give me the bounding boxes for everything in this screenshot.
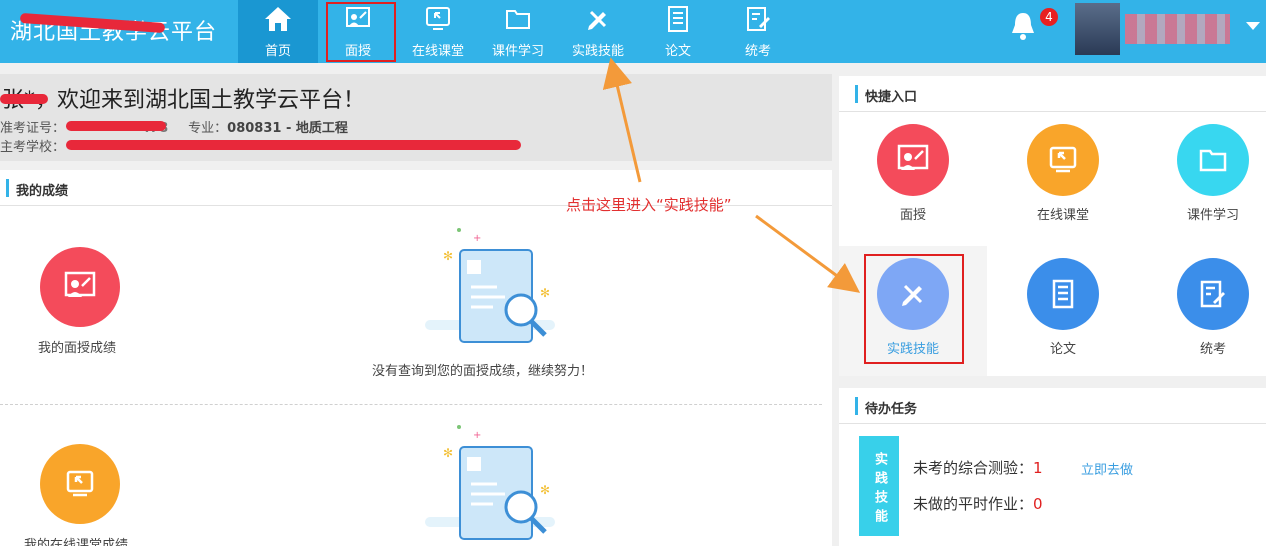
nav-label: 论文: [664, 44, 691, 59]
online-class-grade-button[interactable]: [40, 444, 120, 524]
main-nav: 首页 面授 在线课堂 课件学习 实践技能 论文 统考: [238, 0, 798, 63]
lecture-grade-button[interactable]: [40, 247, 120, 327]
home-icon: [265, 7, 291, 31]
quick-label: 课件学习: [1186, 208, 1239, 223]
todo-homework-line: 未做的平时作业：0: [913, 493, 1043, 514]
quick-unified-exam[interactable]: 统考: [1139, 246, 1266, 376]
lecture-icon: [897, 144, 929, 170]
svg-text:✻: ✻: [443, 249, 453, 263]
todo-homework-count: 0: [1033, 495, 1043, 513]
major-label: 专业：: [188, 121, 228, 136]
quick-courseware-circle: [1177, 124, 1249, 196]
svg-text:+: +: [473, 430, 481, 441]
annotation-text: 点击这里进入“实践技能”: [566, 196, 732, 214]
exam-icon: [1200, 280, 1225, 308]
redaction-mark: [1125, 14, 1230, 44]
empty-search-illustration: ✻ ✻ +: [425, 425, 555, 540]
nav-label: 课件学习: [491, 44, 544, 59]
svg-text:✻: ✻: [443, 446, 453, 460]
todo-panel: 待办任务 实践技能 未考的综合测验：1 立即去做 未做的平时作业：0: [839, 388, 1266, 546]
quick-label: 统考: [1199, 342, 1226, 357]
lecture-grade-label: 我的面授成绩: [38, 341, 117, 356]
welcome-banner: 张*，欢迎来到湖北国土教学云平台！ 准考证号：478专业：080831 - 地质…: [0, 74, 832, 161]
quick-label: 面授: [899, 208, 926, 223]
nav-label: 实践技能: [571, 44, 624, 59]
exam-icon: [747, 7, 770, 31]
highlight-box-nav: [326, 2, 396, 62]
panel-header: 待办任务: [839, 388, 1266, 424]
svg-text:✻: ✻: [540, 483, 550, 497]
nav-courseware[interactable]: 课件学习: [478, 0, 558, 63]
folder-icon: [506, 10, 530, 29]
panel-title: 快捷入口: [865, 90, 918, 105]
todo-quiz-label: 未考的综合测验：: [913, 459, 1034, 477]
nav-online-class[interactable]: 在线课堂: [398, 0, 478, 63]
quick-lecture-circle: [877, 124, 949, 196]
svg-text:+: +: [473, 233, 481, 244]
exam-no-label: 准考证号：: [0, 121, 66, 136]
school-label: 主考学校：: [0, 140, 66, 155]
todo-quiz-count: 1: [1033, 459, 1043, 477]
nav-unified-exam[interactable]: 统考: [718, 0, 798, 63]
school-info-line: 主考学校：: [0, 136, 65, 155]
panel-title: 我的成绩: [16, 184, 69, 199]
notification-badge: 4: [1040, 8, 1058, 26]
nav-label: 在线课堂: [411, 44, 464, 59]
quick-unified-exam-circle: [1177, 258, 1249, 330]
quick-lecture[interactable]: 面授: [839, 112, 987, 242]
exam-info-line: 准考证号：478专业：080831 - 地质工程: [0, 117, 348, 136]
nav-practice-skills[interactable]: 实践技能: [558, 0, 638, 63]
nav-label: 统考: [744, 44, 771, 59]
row-divider: [0, 404, 822, 405]
quick-online-class[interactable]: 在线课堂: [989, 112, 1137, 242]
nav-thesis[interactable]: 论文: [638, 0, 718, 63]
quick-label: 在线课堂: [1036, 208, 1089, 223]
highlight-box-quick: [864, 254, 964, 364]
chevron-down-icon[interactable]: [1246, 22, 1260, 30]
online-class-icon: [1049, 146, 1077, 173]
online-class-icon: [66, 470, 94, 497]
document-icon: [668, 6, 688, 32]
panel-title: 待办任务: [865, 402, 918, 417]
quick-thesis-circle: [1027, 258, 1099, 330]
todo-homework-label: 未做的平时作业：: [913, 495, 1034, 513]
empty-search-illustration: ✻ ✻ +: [425, 228, 555, 343]
header-accent: [855, 85, 858, 103]
folder-icon: [1199, 149, 1227, 172]
empty-grade-message: 没有查询到您的面授成绩，继续努力！: [372, 364, 594, 379]
redaction-mark: [66, 140, 521, 150]
quick-thesis[interactable]: 论文: [989, 246, 1137, 376]
todo-category-tag: 实践技能: [859, 436, 899, 536]
my-grades-panel: 我的成绩 我的面授成绩 ✻ ✻ + 没有查询到您的面授成绩，继续努力！ 我的在线…: [0, 170, 832, 546]
header-accent: [855, 397, 858, 415]
do-now-link[interactable]: 立即去做: [1081, 459, 1133, 478]
redaction-mark: [66, 121, 166, 131]
svg-text:✻: ✻: [540, 286, 550, 300]
nav-home[interactable]: 首页: [238, 0, 318, 63]
quick-courseware[interactable]: 课件学习: [1139, 112, 1266, 242]
quick-online-class-circle: [1027, 124, 1099, 196]
document-icon: [1052, 279, 1074, 309]
redaction-mark: [0, 94, 48, 104]
welcome-title: 张*，欢迎来到湖北国土教学云平台！: [2, 88, 366, 113]
major-value: 080831 - 地质工程: [227, 121, 348, 136]
online-class-icon: [426, 7, 450, 30]
online-class-grade-label: 我的在线课堂成绩: [24, 538, 129, 546]
header-accent: [6, 179, 9, 197]
panel-header: 快捷入口: [839, 76, 1266, 112]
bell-icon[interactable]: [1008, 10, 1038, 42]
quick-label: 论文: [1049, 342, 1076, 357]
nav-label: 首页: [264, 44, 291, 59]
todo-quiz-line: 未考的综合测验：1: [913, 457, 1043, 478]
lecture-icon: [64, 271, 96, 297]
top-nav-bar: 湖北国土教学云平台 首页 面授 在线课堂 课件学习 实践技能 论文 统考 4: [0, 0, 1266, 63]
avatar[interactable]: [1075, 3, 1120, 55]
pencil-ruler-icon: [588, 10, 607, 30]
